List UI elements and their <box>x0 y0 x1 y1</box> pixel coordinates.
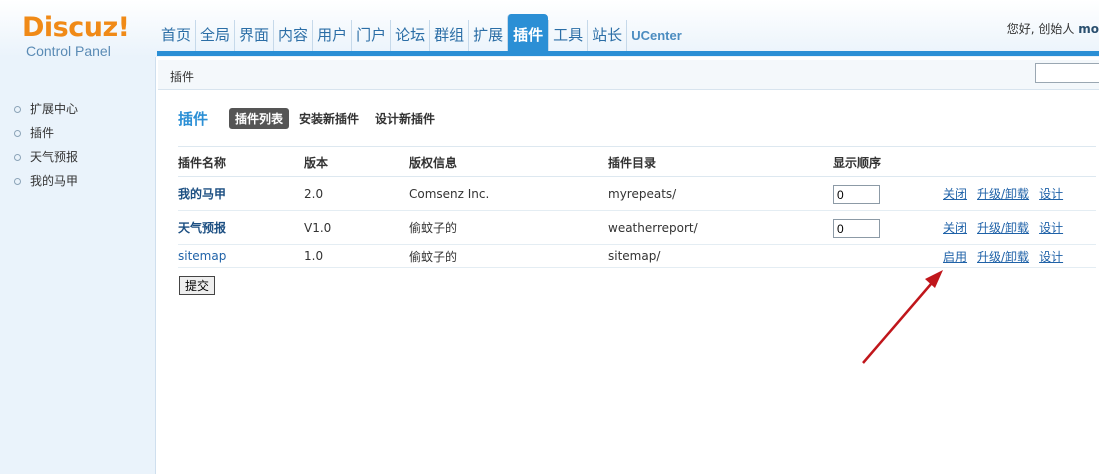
greeting: 您好, 创始人 mo <box>1007 20 1099 37</box>
bullet-icon <box>14 178 21 185</box>
column-header-3: 插件目录 <box>608 148 833 177</box>
table-body: 我的马甲2.0Comsenz Inc.myrepeats/关闭升级/卸载设计天气… <box>178 176 1096 268</box>
tab-bar: 插件列表 安装新插件 设计新插件 <box>229 108 445 129</box>
design-link[interactable]: 设计 <box>1039 250 1063 264</box>
nav-item-3[interactable]: 内容 <box>273 20 312 51</box>
main-panel: 插件 插件列表 安装新插件 设计新插件 插件名称 版本 版权信息 插件目录 显示顺序 我的马… <box>158 90 1099 474</box>
display-order-input[interactable] <box>833 219 880 238</box>
toggle-link[interactable]: 启用 <box>943 250 967 264</box>
plugin-copyright-cell: Comsenz Inc. <box>409 176 608 211</box>
toggle-link[interactable]: 关闭 <box>943 187 967 201</box>
table-row: sitemap 1.0 偷蚊子的 sitemap/启用 升级/卸载 设计 <box>178 244 1096 268</box>
actions-cell: 启用 升级/卸载 设计 <box>943 244 1096 268</box>
nav-item-6[interactable]: 论坛 <box>390 20 429 51</box>
display-order-cell <box>833 176 943 211</box>
plugin-version-cell: 2.0 <box>304 176 409 211</box>
page-title: 插件 <box>178 110 209 128</box>
sidebar-item-label: 插件 <box>30 126 55 140</box>
plugin-copyright-cell: 偷蚊子的 <box>409 210 608 245</box>
toggle-link[interactable]: 关闭 <box>943 221 967 235</box>
nav-item-10[interactable]: 工具 <box>548 20 587 51</box>
column-header-0: 插件名称 <box>178 148 304 177</box>
divider <box>178 146 1096 147</box>
nav-item-4[interactable]: 用户 <box>312 20 351 51</box>
upgrade-uninstall-link[interactable]: 升级/卸载 <box>977 221 1029 235</box>
plugin-copyright-cell: 偷蚊子的 <box>409 244 608 268</box>
nav-item-0[interactable]: 首页 <box>157 20 195 51</box>
greeting-text: 您好, 创始人 <box>1006 22 1075 36</box>
plugin-name-cell: sitemap <box>178 244 304 268</box>
breadcrumb: 插件 <box>170 70 195 84</box>
nav-item-7[interactable]: 群组 <box>429 20 468 51</box>
nav-item-9[interactable]: 插件 <box>507 14 549 51</box>
sidebar-item-3[interactable]: 我的马甲 <box>14 173 155 197</box>
sidebar: 扩展中心插件天气预报我的马甲 <box>0 57 156 474</box>
plugin-name-link[interactable]: 天气预报 <box>178 221 226 235</box>
nav-item-11[interactable]: 站长 <box>587 20 626 51</box>
sidebar-item-0[interactable]: 扩展中心 <box>14 101 155 125</box>
header: Discuz! Control Panel 首页 全局 界面 内容 用户 门户 论坛 群组 扩展… <box>0 0 1099 60</box>
logo-word: Discuz! <box>22 12 130 43</box>
table-row: 天气预报 V1.0偷蚊子的weatherreport/关闭升级/卸载设计 <box>178 210 1096 245</box>
design-link[interactable]: 设计 <box>1039 187 1063 201</box>
nav-item-5[interactable]: 门户 <box>351 20 390 51</box>
column-header-4: 显示顺序 <box>833 148 943 177</box>
greeting-user[interactable]: mo <box>1078 22 1099 36</box>
bullet-icon <box>14 154 21 161</box>
annotation-arrow <box>862 270 943 364</box>
design-link[interactable]: 设计 <box>1039 221 1063 235</box>
table-header-row: 插件名称 版本 版权信息 插件目录 显示顺序 <box>178 148 1096 177</box>
plugin-dir-cell: myrepeats/ <box>608 176 833 211</box>
plugin-name-link[interactable]: sitemap <box>178 249 226 263</box>
nav-item-2[interactable]: 界面 <box>234 20 273 51</box>
display-order-input[interactable] <box>833 185 880 204</box>
plugin-version-cell: 1.0 <box>304 244 409 268</box>
plugin-name-cell: 我的马甲 <box>178 176 304 211</box>
sidebar-item-label: 我的马甲 <box>30 174 79 188</box>
upgrade-uninstall-link[interactable]: 升级/卸载 <box>977 250 1029 264</box>
display-order-cell <box>833 210 943 245</box>
bullet-icon <box>14 106 21 113</box>
tab-0[interactable]: 插件列表 <box>229 108 290 129</box>
top-nav: 首页 全局 界面 内容 用户 门户 论坛 群组 扩展 插件 工具 站长 UCenter <box>157 14 686 52</box>
actions-cell: 关闭 升级/卸载 设计 <box>943 210 1096 245</box>
upgrade-uninstall-link[interactable]: 升级/卸载 <box>977 187 1029 201</box>
plugin-table: 插件名称 版本 版权信息 插件目录 显示顺序 我的马甲 2.0 Comsenz Inc. my… <box>178 148 1096 268</box>
breadcrumb-bar: 插件 <box>158 60 1099 90</box>
submit-button[interactable]: 提交 <box>179 276 215 295</box>
actions-cell: 关闭 升级/卸载 设计 <box>943 176 1096 211</box>
nav-item-12[interactable]: UCenter <box>626 20 686 51</box>
search-input[interactable] <box>1035 63 1099 83</box>
sidebar-list: 扩展中心插件天气预报我的马甲 <box>0 57 155 197</box>
plugin-dir-cell: sitemap/ <box>608 244 833 268</box>
tab-2[interactable]: 设计新插件 <box>369 108 441 129</box>
sidebar-item-1[interactable]: 插件 <box>14 125 155 149</box>
sidebar-item-2[interactable]: 天气预报 <box>14 149 155 173</box>
sidebar-item-label: 扩展中心 <box>30 102 79 116</box>
plugin-dir-cell: weatherreport/ <box>608 210 833 245</box>
plugin-version-cell: V1.0 <box>304 210 409 245</box>
tab-1[interactable]: 安装新插件 <box>293 108 365 129</box>
logo: Discuz! Control Panel <box>22 14 132 60</box>
table-row: 我的马甲 2.0Comsenz Inc.myrepeats/关闭升级/卸载设计 <box>178 176 1096 211</box>
header-accent-bar <box>157 51 1099 56</box>
display-order-cell <box>833 244 943 268</box>
column-header-1: 版本 <box>304 148 409 177</box>
nav-item-1[interactable]: 全局 <box>195 20 234 51</box>
nav-item-8[interactable]: 扩展 <box>468 20 507 51</box>
sidebar-item-label: 天气预报 <box>30 150 79 164</box>
column-header-2: 版权信息 <box>409 148 608 177</box>
plugin-name-link[interactable]: 我的马甲 <box>178 187 226 201</box>
plugin-name-cell: 天气预报 <box>178 210 304 245</box>
column-header-5 <box>943 148 1096 177</box>
bullet-icon <box>14 130 21 137</box>
